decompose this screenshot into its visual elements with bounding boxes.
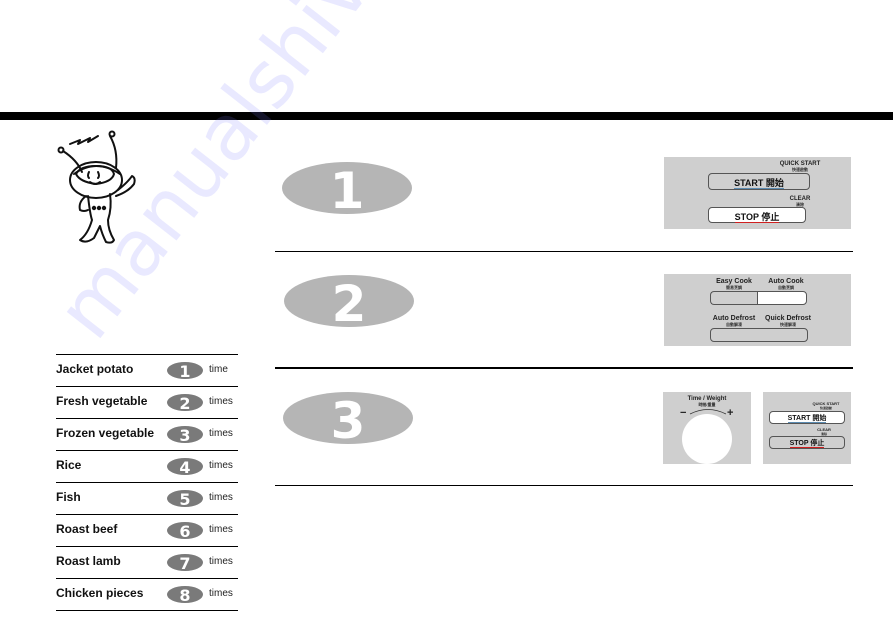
list-item: Fish 5 times — [56, 482, 238, 514]
time-weight-dial-panel: Time / Weight 時間/重量 − + — [663, 392, 751, 464]
times-unit: times — [209, 588, 233, 599]
list-item: Chicken pieces 8 times — [56, 578, 238, 611]
list-item: Frozen vegetable 3 times — [56, 418, 238, 450]
auto-cook-sub: 自動烹調 — [778, 285, 794, 290]
defrost-button[interactable] — [710, 328, 808, 342]
quick-start-sub: 快速啟動 — [819, 406, 832, 410]
quick-defrost-label: Quick Defrost — [765, 315, 811, 322]
food-name: Fresh vegetable — [56, 394, 148, 408]
count-number: 3 — [179, 426, 190, 443]
cook-defrost-panel: Easy Cook 簡易烹調 Auto Cook 自動烹調 Auto Defro… — [664, 274, 851, 346]
time-weight-dial[interactable] — [682, 414, 732, 464]
count-number: 5 — [179, 490, 190, 507]
start-button-label: START 開始 — [734, 178, 784, 189]
auto-cook-button[interactable] — [757, 291, 807, 305]
start-button-label: START 開始 — [787, 415, 827, 423]
count-badge: 8 — [167, 586, 203, 603]
count-number: 2 — [179, 394, 190, 411]
food-name: Roast lamb — [56, 554, 121, 568]
easy-cook-button[interactable] — [710, 291, 757, 305]
count-badge: 1 — [167, 362, 203, 379]
step-number: 3 — [331, 392, 366, 444]
count-number: 7 — [179, 554, 190, 571]
stop-button-label: STOP 停止 — [789, 440, 825, 448]
times-unit: time — [209, 364, 228, 375]
count-badge: 4 — [167, 458, 203, 475]
count-badge: 3 — [167, 426, 203, 443]
food-name: Frozen vegetable — [56, 426, 155, 440]
auto-defrost-sub: 自動解凍 — [726, 322, 742, 327]
cooking-press-list: Jacket potato 1 time Fresh vegetable 2 t… — [56, 354, 238, 611]
food-name: Fish — [56, 490, 81, 504]
stop-button-label: STOP 停止 — [734, 212, 780, 223]
count-badge: 2 — [167, 394, 203, 411]
quick-defrost-sub: 快速解凍 — [780, 322, 796, 327]
easy-cook-label: Easy Cook — [716, 278, 752, 285]
auto-defrost-label: Auto Defrost — [712, 315, 756, 322]
stop-button[interactable]: STOP 停止 — [769, 436, 845, 449]
mascot-illustration — [52, 130, 152, 248]
step-number: 1 — [330, 162, 365, 214]
count-badge: 5 — [167, 490, 203, 507]
step-divider — [275, 367, 853, 369]
times-unit: times — [209, 460, 233, 471]
count-number: 1 — [179, 362, 190, 379]
start-button[interactable]: START 開始 — [769, 411, 845, 424]
step-divider — [275, 485, 853, 486]
list-item: Fresh vegetable 2 times — [56, 386, 238, 418]
times-unit: times — [209, 428, 233, 439]
step-number: 2 — [332, 275, 367, 327]
header-bar — [0, 112, 893, 120]
list-item: Roast lamb 7 times — [56, 546, 238, 578]
step-divider — [275, 251, 853, 252]
count-number: 6 — [179, 522, 190, 539]
start-stop-panel-small: QUICK START 快速啟動 START 開始 CLEAR 清除 STOP … — [763, 392, 851, 464]
count-number: 8 — [179, 586, 190, 603]
food-name: Roast beef — [56, 522, 118, 536]
times-unit: times — [209, 492, 233, 503]
step-1-number-badge: 1 — [282, 162, 412, 214]
dial-minus-icon: − — [680, 407, 687, 419]
count-badge: 7 — [167, 554, 203, 571]
times-unit: times — [209, 396, 233, 407]
quick-start-sub: 快速啟動 — [792, 167, 808, 172]
times-unit: times — [209, 524, 233, 535]
start-stop-panel: QUICK START 快速啟動 START 開始 CLEAR 清除 STOP … — [664, 157, 851, 229]
list-item: Rice 4 times — [56, 450, 238, 482]
stop-button[interactable]: STOP 停止 — [708, 207, 806, 223]
food-name: Rice — [56, 458, 82, 472]
step-2-number-badge: 2 — [284, 275, 414, 327]
list-item: Roast beef 6 times — [56, 514, 238, 546]
food-name: Jacket potato — [56, 362, 134, 376]
count-badge: 6 — [167, 522, 203, 539]
auto-cook-label: Auto Cook — [768, 278, 804, 285]
list-item: Jacket potato 1 time — [56, 354, 238, 386]
food-name: Chicken pieces — [56, 586, 144, 600]
times-unit: times — [209, 556, 233, 567]
step-3-number-badge: 3 — [283, 392, 413, 444]
easy-cook-sub: 簡易烹調 — [726, 285, 742, 290]
count-number: 4 — [179, 458, 190, 475]
start-button[interactable]: START 開始 — [708, 173, 810, 190]
